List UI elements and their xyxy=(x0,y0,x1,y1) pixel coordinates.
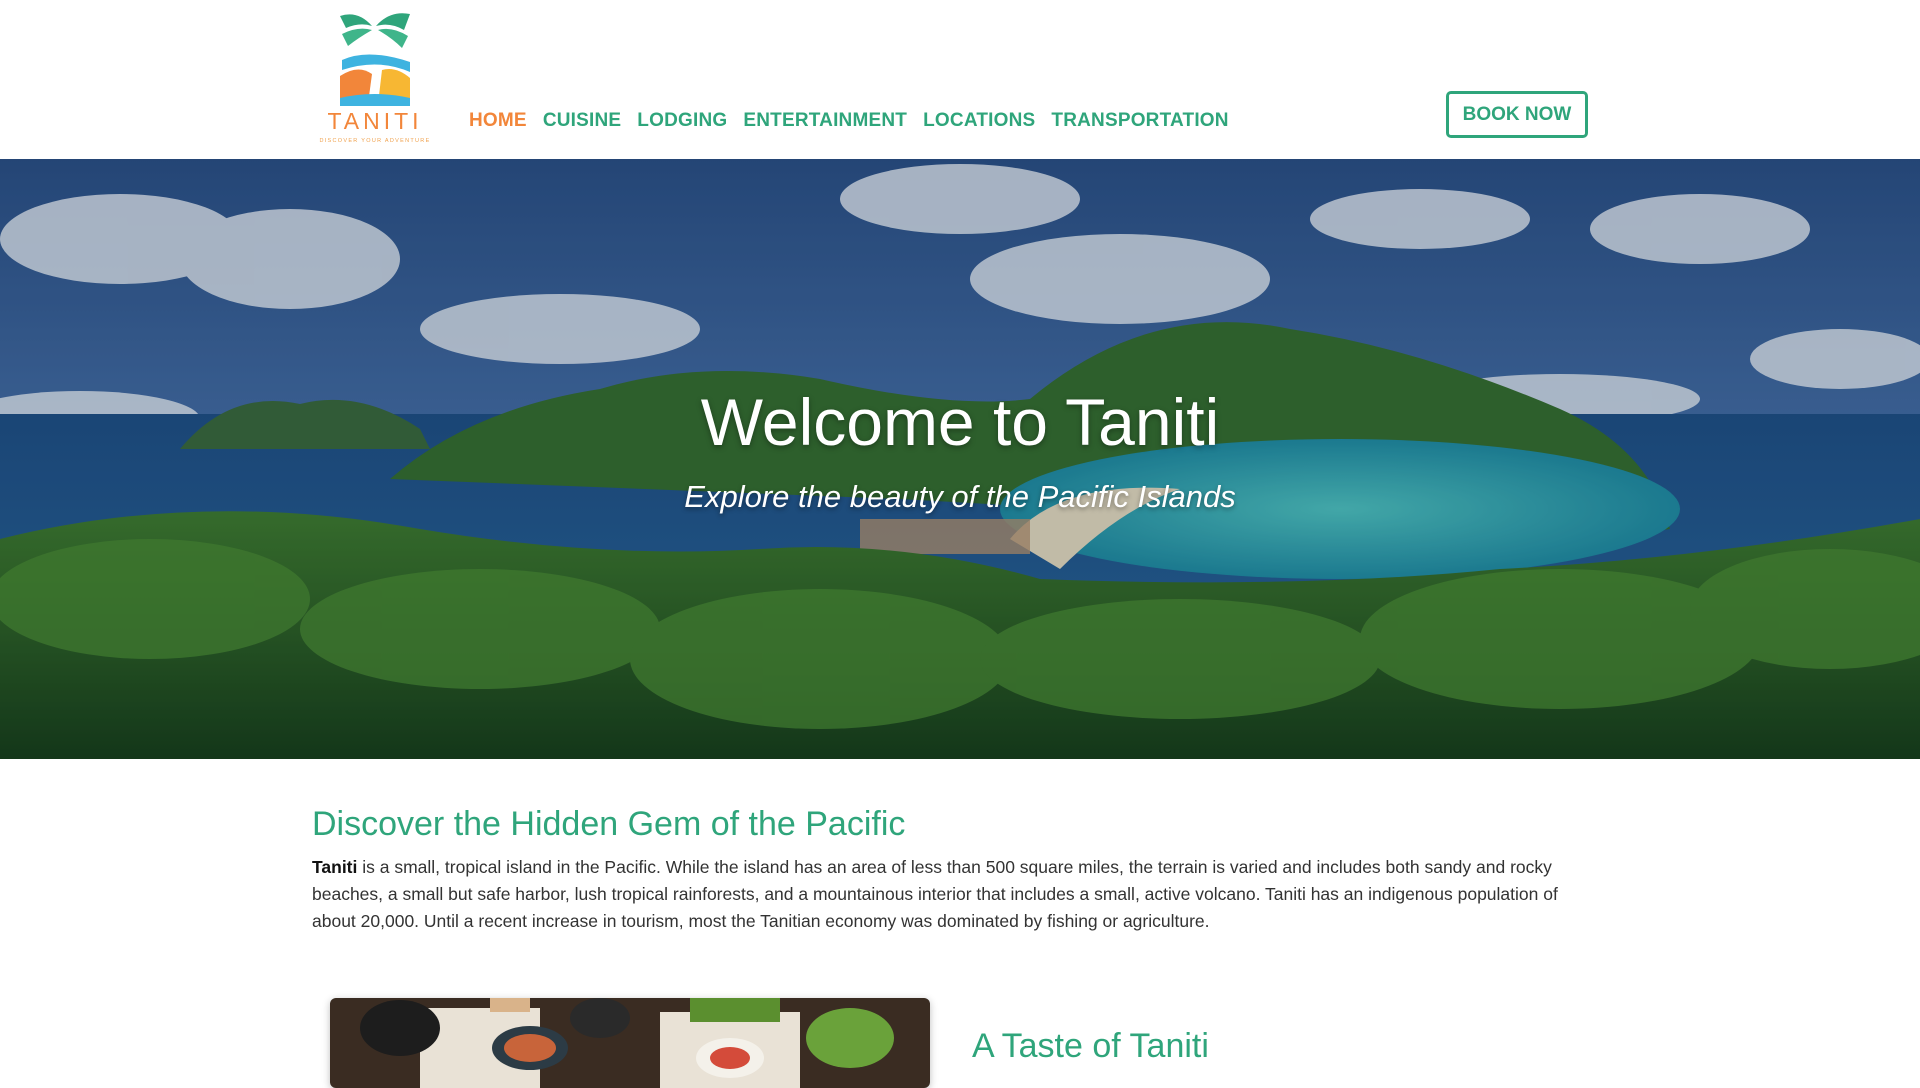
book-now-button[interactable]: BOOK NOW xyxy=(1446,91,1588,138)
hero-banner: Welcome to Taniti Explore the beauty of … xyxy=(0,159,1920,759)
hero-title: Welcome to Taniti xyxy=(700,385,1220,459)
dining-table-image xyxy=(330,998,930,1088)
intro-section: Discover the Hidden Gem of the Pacific T… xyxy=(312,805,1594,935)
intro-lead: Taniti xyxy=(312,857,358,877)
cuisine-photo-card[interactable] xyxy=(330,998,930,1088)
nav-item-lodging[interactable]: LODGING xyxy=(637,110,727,132)
nav-item-locations[interactable]: LOCATIONS xyxy=(923,110,1035,132)
main-nav: HOME CUISINE LODGING ENTERTAINMENT LOCAT… xyxy=(469,110,1229,132)
hero-subtitle: Explore the beauty of the Pacific Island… xyxy=(684,479,1236,514)
site-header: TANITI DISCOVER YOUR ADVENTURE HOME CUIS… xyxy=(0,0,1920,159)
brand-name: TANITI xyxy=(327,108,423,134)
palm-island-logo-icon xyxy=(340,13,410,106)
nav-item-cuisine[interactable]: CUISINE xyxy=(543,110,621,132)
nav-item-transportation[interactable]: TRANSPORTATION xyxy=(1051,110,1228,132)
taste-heading: A Taste of Taniti xyxy=(972,1027,1209,1065)
intro-heading: Discover the Hidden Gem of the Pacific xyxy=(312,805,906,843)
brand-tagline: DISCOVER YOUR ADVENTURE xyxy=(319,138,431,144)
intro-paragraph: Taniti is a small, tropical island in th… xyxy=(312,854,1594,935)
intro-body: is a small, tropical island in the Pacif… xyxy=(312,857,1558,931)
taniti-logo[interactable]: TANITI DISCOVER YOUR ADVENTURE xyxy=(310,10,440,148)
nav-item-home[interactable]: HOME xyxy=(469,110,527,132)
nav-item-entertainment[interactable]: ENTERTAINMENT xyxy=(743,110,907,132)
